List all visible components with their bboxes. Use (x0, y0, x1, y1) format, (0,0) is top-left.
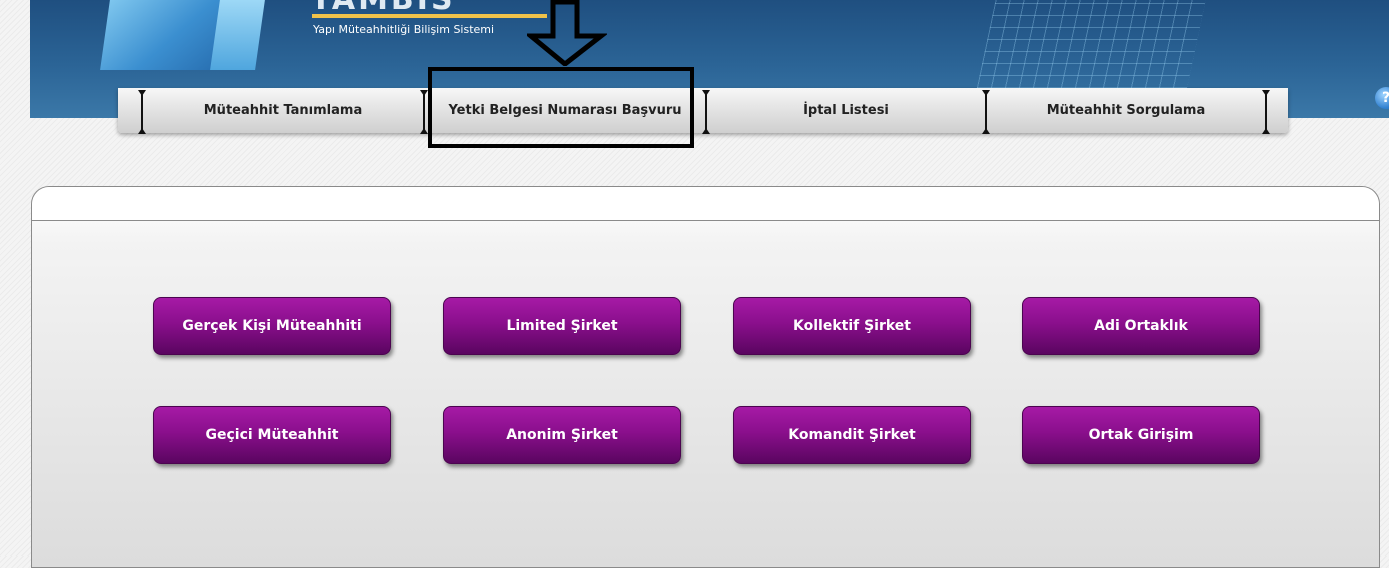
kollektif-sirket-button[interactable]: Kollektif Şirket (733, 297, 971, 355)
panel-header (32, 187, 1379, 221)
menu-item-muteahhit-tanimlama[interactable]: Müteahhit Tanımlama (143, 88, 423, 133)
menu-item-label: Müteahhit Sorgulama (1046, 103, 1206, 118)
gercek-kisi-muteahhiti-button[interactable]: Gerçek Kişi Müteahhiti (153, 297, 391, 355)
button-label: Ortak Girişim (1088, 427, 1194, 443)
button-label: Komandit Şirket (788, 427, 916, 443)
komandit-sirket-button[interactable]: Komandit Şirket (733, 406, 971, 464)
menu-separator (1262, 90, 1270, 134)
logo-underline (312, 14, 547, 18)
button-label: Kollektif Şirket (793, 318, 911, 334)
gecici-muteahhit-button[interactable]: Geçici Müteahhit (153, 406, 391, 464)
adi-ortaklik-button[interactable]: Adi Ortaklık (1022, 297, 1260, 355)
button-label: Adi Ortaklık (1094, 318, 1188, 334)
help-icon[interactable]: ? (1375, 87, 1389, 109)
menu-item-label: İptal Listesi (803, 103, 889, 118)
highlight-box (428, 67, 694, 148)
menu-item-label: Müteahhit Tanımlama (203, 103, 363, 118)
building-graphic (974, 0, 1206, 100)
button-label: Anonim Şirket (506, 427, 618, 443)
button-label: Geçici Müteahhit (205, 427, 339, 443)
limited-sirket-button[interactable]: Limited Şirket (443, 297, 681, 355)
down-arrow-icon (527, 0, 607, 66)
button-label: Limited Şirket (506, 318, 618, 334)
app-subtitle: Yapı Müteahhitliği Bilişim Sistemi (313, 23, 495, 36)
menu-item-muteahhit-sorgulama[interactable]: Müteahhit Sorgulama (987, 88, 1265, 133)
content-panel: Gerçek Kişi Müteahhiti Limited Şirket Ko… (31, 186, 1380, 568)
ortak-girisim-button[interactable]: Ortak Girişim (1022, 406, 1260, 464)
main-menu: Müteahhit Tanımlama Yetki Belgesi Numara… (118, 88, 1288, 134)
menu-item-iptal-listesi[interactable]: İptal Listesi (707, 88, 985, 133)
button-label: Gerçek Kişi Müteahhiti (182, 318, 362, 334)
anonim-sirket-button[interactable]: Anonim Şirket (443, 406, 681, 464)
logo-graphic (100, 0, 250, 70)
